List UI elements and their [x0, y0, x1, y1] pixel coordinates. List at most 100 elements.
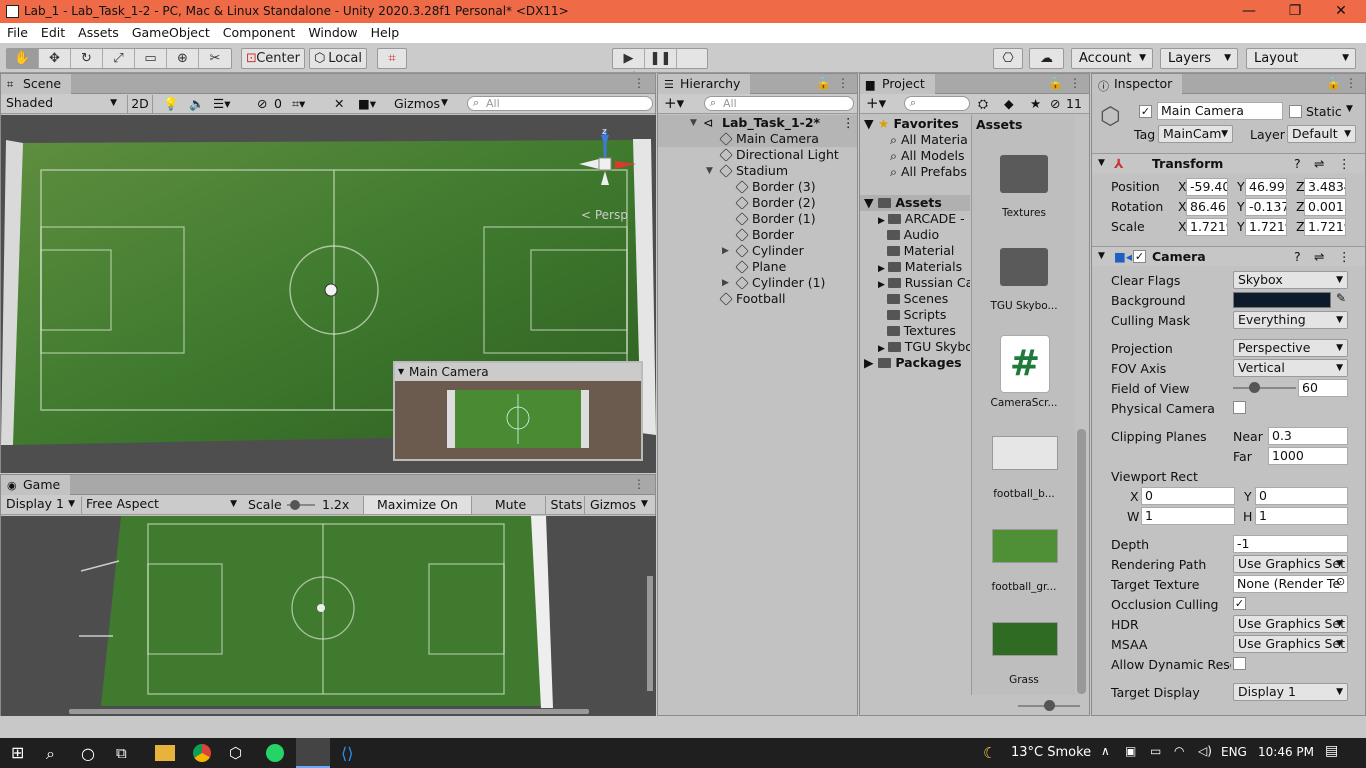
- component-menu-icon[interactable]: ⋮: [1338, 154, 1351, 173]
- persp-label[interactable]: < Persp: [581, 208, 628, 222]
- unity-editor-taskbar-icon[interactable]: [296, 738, 330, 768]
- battery-icon[interactable]: ▭: [1150, 744, 1161, 758]
- camera-icon[interactable]: ■▾: [358, 95, 376, 113]
- asset-folder-item[interactable]: ▶ Materials: [878, 259, 970, 275]
- asset-folder-item[interactable]: Scripts: [878, 307, 970, 323]
- asset-folder-item[interactable]: ▶ TGU Skybo: [878, 339, 970, 355]
- camera-help-icon[interactable]: ?: [1294, 247, 1301, 266]
- asset-folder-item[interactable]: ▶ ARCADE -: [878, 211, 970, 227]
- near-field[interactable]: 0.3: [1268, 427, 1348, 445]
- target-display-dropdown[interactable]: Display 1: [1233, 683, 1348, 701]
- menu-gameobject[interactable]: GameObject: [125, 23, 216, 40]
- scene-menu-icon[interactable]: ⋮: [842, 115, 855, 131]
- no-arrow[interactable]: [878, 328, 887, 338]
- scene-gizmos-button[interactable]: Gizmos: [394, 95, 440, 113]
- hidden-objects-icon[interactable]: ⊘: [257, 95, 267, 113]
- layers-dropdown[interactable]: Layers: [1160, 48, 1238, 69]
- no-arrow[interactable]: [878, 248, 887, 258]
- icon-size-slider-thumb[interactable]: [1044, 700, 1055, 711]
- project-scrollbar[interactable]: [1077, 429, 1086, 694]
- close-button[interactable]: ✕: [1332, 2, 1350, 20]
- collapsed-arrow-icon[interactable]: ▶: [878, 280, 888, 290]
- physical-camera-checkbox[interactable]: [1233, 401, 1246, 414]
- transform-header[interactable]: ▼ ⅄ Transform ? ⇌ ⋮: [1092, 153, 1365, 173]
- transform-x-field[interactable]: 86.46: [1186, 198, 1228, 216]
- cortana-icon[interactable]: ○: [81, 744, 99, 763]
- transform-x-field[interactable]: 1.7219: [1186, 218, 1228, 236]
- camera-menu-icon[interactable]: ⋮: [1338, 247, 1351, 266]
- inspector-lock-icon[interactable]: 🔒: [1326, 76, 1341, 90]
- chrome-icon[interactable]: [193, 744, 211, 762]
- play-icon[interactable]: ▶: [613, 49, 645, 68]
- maximize-on-play-toggle[interactable]: Maximize On Play: [363, 496, 472, 529]
- scale-slider-thumb[interactable]: [290, 500, 300, 510]
- panel-menu-icon[interactable]: ⋮: [633, 76, 645, 90]
- favorite-icon[interactable]: ★: [1030, 95, 1041, 113]
- hierarchy-item[interactable]: Border: [658, 227, 857, 243]
- asset-tile[interactable]: football_gr...: [974, 509, 1074, 599]
- fov-slider-thumb[interactable]: [1249, 382, 1260, 393]
- maximize-button[interactable]: ❐: [1286, 2, 1304, 20]
- tools-icon[interactable]: ✕: [334, 95, 344, 113]
- minimize-button[interactable]: —: [1240, 2, 1258, 20]
- notifications-icon[interactable]: ▤: [1325, 743, 1338, 759]
- hierarchy-menu-icon[interactable]: ⋮: [837, 76, 849, 90]
- cloud-icon[interactable]: ☁: [1029, 48, 1064, 69]
- move-tool-icon[interactable]: ✥: [39, 49, 71, 68]
- weather-text[interactable]: 13°C Smoke: [1011, 745, 1091, 760]
- transform-x-field[interactable]: -59.40: [1186, 178, 1228, 196]
- asset-folder-item[interactable]: Material: [878, 243, 970, 259]
- scene-viewport[interactable]: z < Persp Main Camera ▼: [1, 115, 656, 473]
- stats-toggle[interactable]: Stats: [549, 496, 585, 514]
- depth-field[interactable]: -1: [1233, 535, 1348, 553]
- language-indicator[interactable]: ENG: [1221, 745, 1247, 759]
- hierarchy-item[interactable]: Directional Light: [658, 147, 857, 163]
- mode-2d-toggle[interactable]: 2D: [127, 95, 153, 113]
- hierarchy-item[interactable]: Football: [658, 291, 857, 307]
- collab-icon[interactable]: ⎔: [993, 48, 1023, 69]
- collapsed-arrow-icon[interactable]: ▶: [878, 264, 888, 274]
- no-arrow[interactable]: [878, 312, 887, 322]
- project-lock-icon[interactable]: 🔒: [1048, 76, 1063, 90]
- static-dropdown-icon[interactable]: ▼: [1346, 104, 1353, 114]
- display-dropdown[interactable]: Display 1: [2, 496, 79, 514]
- asset-tile[interactable]: football_b...: [974, 416, 1074, 506]
- projection-dropdown[interactable]: Perspective: [1233, 339, 1348, 357]
- audio-icon[interactable]: 🔈: [189, 95, 205, 113]
- task-view-icon[interactable]: ⧉: [116, 744, 134, 762]
- camera-collapse-icon[interactable]: ▼: [1098, 247, 1105, 266]
- layout-dropdown[interactable]: Layout: [1246, 48, 1356, 69]
- rendering-path-dropdown[interactable]: Use Graphics Set: [1233, 555, 1348, 573]
- volume-icon[interactable]: ◁): [1198, 744, 1212, 758]
- msaa-dropdown[interactable]: Use Graphics Set: [1233, 635, 1348, 653]
- axis-y-label[interactable]: Y: [1237, 179, 1245, 194]
- scene-root-row[interactable]: ▼ ⊲ Lab_Task_1-2* ⋮: [658, 115, 857, 131]
- tab-project[interactable]: ▆ Project: [860, 74, 935, 94]
- menu-edit[interactable]: Edit: [34, 23, 71, 40]
- search-icon[interactable]: ⌕: [46, 744, 64, 763]
- rect-tool-icon[interactable]: ▭: [135, 49, 167, 68]
- transform-collapse-icon[interactable]: ▼: [1098, 154, 1105, 173]
- project-menu-icon[interactable]: ⋮: [1069, 76, 1081, 90]
- tab-scene[interactable]: ⌗ Scene: [1, 74, 72, 94]
- unity-hub-icon[interactable]: ⬡: [229, 744, 247, 762]
- clock[interactable]: 10:46 PM: [1258, 745, 1314, 759]
- object-picker-icon[interactable]: ⊙: [1336, 575, 1345, 588]
- axis-y-label[interactable]: Y: [1237, 199, 1245, 214]
- transform-tool-icon[interactable]: ⊕: [167, 49, 199, 68]
- transform-y-field[interactable]: -0.137: [1245, 198, 1287, 216]
- project-search-input[interactable]: [904, 96, 970, 111]
- hierarchy-item[interactable]: ▼ Stadium: [658, 163, 857, 179]
- fov-field[interactable]: 60: [1298, 379, 1348, 397]
- background-color-swatch[interactable]: [1233, 292, 1331, 308]
- presets-icon[interactable]: ⇌: [1314, 154, 1324, 173]
- lock-icon[interactable]: 🔒: [816, 76, 831, 90]
- rotate-tool-icon[interactable]: ↻: [71, 49, 103, 68]
- game-gizmos-button[interactable]: Gizmos: [590, 496, 636, 514]
- collapsed-arrow-icon[interactable]: ▶: [722, 275, 729, 291]
- fov-axis-dropdown[interactable]: Vertical: [1233, 359, 1348, 377]
- wifi-icon[interactable]: ◠: [1174, 744, 1184, 758]
- tab-hierarchy[interactable]: ☰ Hierarchy: [658, 74, 751, 94]
- favorites-row[interactable]: ▼ ★ Favorites: [864, 116, 970, 132]
- layer-dropdown[interactable]: Default: [1287, 125, 1356, 143]
